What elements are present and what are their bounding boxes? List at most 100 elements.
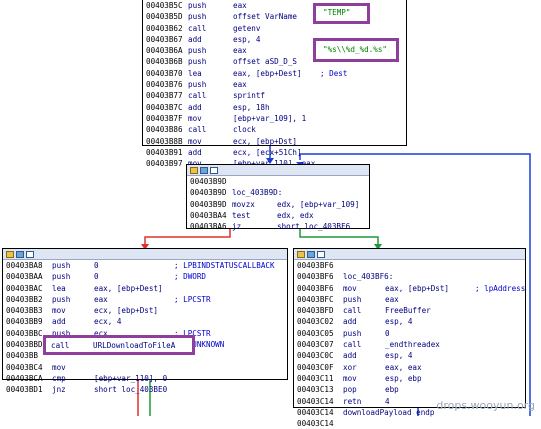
instruction-line[interactable]: 00403BD1 jnz short loc_403BE0 xyxy=(6,384,287,395)
instruction-line[interactable]: 00403C07 call _endthreadex xyxy=(297,339,525,350)
instruction-op: eax xyxy=(233,46,247,56)
instruction-line[interactable]: 00403B62 call getenv xyxy=(146,23,406,34)
instruction-line[interactable]: 00403B9D loc_403B9D: xyxy=(190,187,369,198)
instruction-addr: 00403C02 xyxy=(297,317,334,327)
highlight-format-text: "%s\\%d_%d.%s" xyxy=(323,45,388,54)
instruction-mn: call xyxy=(188,125,207,135)
instruction-addr: 00403BB3 xyxy=(6,306,43,316)
instruction-addr: 00403B7C xyxy=(146,102,183,112)
instruction-line[interactable]: 00403BB2 push eax ; LPCSTR xyxy=(6,294,287,305)
instruction-mn: call xyxy=(343,340,362,350)
instruction-line[interactable]: 00403BB9 add ecx, 4 xyxy=(6,316,287,327)
instruction-line[interactable]: 00403C11 mov esp, ebp xyxy=(297,373,525,384)
collapse-icon[interactable] xyxy=(26,250,34,258)
instruction-op: short loc_403BF6 xyxy=(277,222,351,232)
instruction-line[interactable]: 00403BA6 jz short loc_403BF6 xyxy=(190,221,369,232)
instruction-op: esp, 4 xyxy=(385,351,413,361)
instruction-line[interactable]: 00403C05 push 0 xyxy=(297,328,525,339)
right-basic-block[interactable]: 00403BF6 00403BF6 loc_403BF6: 00403BF6 mov ea… xyxy=(293,248,526,428)
instruction-mn: add xyxy=(188,102,202,112)
instruction-line[interactable]: 00403BFD call FreeBuffer xyxy=(297,305,525,316)
collapse-icon[interactable] xyxy=(210,166,218,174)
instruction-addr: 00403B6A xyxy=(146,46,183,56)
instruction-line[interactable]: 00403BA4 test edx, edx xyxy=(190,210,369,221)
color-icon[interactable] xyxy=(190,166,198,174)
instruction-op: eax, [ebp+Dest] xyxy=(94,283,163,293)
instruction-line[interactable]: 00403BF6 xyxy=(297,260,525,271)
collapse-icon[interactable] xyxy=(317,250,325,258)
rename-icon[interactable] xyxy=(200,166,208,174)
instruction-mn: add xyxy=(188,147,202,157)
instruction-addr: 00403C14 xyxy=(297,407,334,417)
instruction-mn: call xyxy=(188,23,207,33)
instruction-line[interactable]: 00403BFC push eax xyxy=(297,294,525,305)
instruction-line[interactable]: 00403C02 add esp, 4 xyxy=(297,316,525,327)
instruction-mn: lea xyxy=(52,283,66,293)
instruction-addr: 00403BB xyxy=(6,351,39,361)
instruction-line[interactable]: 00403B77 call sprintf xyxy=(146,90,406,101)
instruction-op: edx, edx xyxy=(277,210,314,220)
instruction-addr: 00403B6B xyxy=(146,57,183,67)
instruction-line[interactable]: 00403C14 xyxy=(297,418,525,429)
instruction-line[interactable]: 00403BAC lea eax, [ebp+Dest] xyxy=(6,283,287,294)
instruction-addr: 00403B77 xyxy=(146,91,183,101)
instruction-op: esp, 18h xyxy=(233,102,270,112)
instruction-mn: call xyxy=(343,306,362,316)
instruction-line[interactable]: 00403B7C add esp, 18h xyxy=(146,102,406,113)
instruction-addr: 00403BCA xyxy=(6,373,43,383)
instruction-line[interactable]: 00403BB3 mov ecx, [ebp+Dst] xyxy=(6,305,287,316)
instruction-op: offset VarName xyxy=(233,12,298,22)
instruction-op: sprintf xyxy=(233,91,266,101)
instruction-line[interactable]: 00403BF6 mov eax, [ebp+Dst] ; lpAddress xyxy=(297,283,525,294)
instruction-line[interactable]: 00403B91 add ecx, [ecx+51Ch] xyxy=(146,147,406,158)
instruction-mn: mov xyxy=(52,306,66,316)
top-basic-block[interactable]: 00403B5C push eax 00403B5D push offset VarNam… xyxy=(142,0,407,168)
instruction-line[interactable]: 00403B70 lea eax, [ebp+Dest] ; Dest xyxy=(146,68,406,79)
rename-icon[interactable] xyxy=(307,250,315,258)
instruction-line[interactable]: 00403C0F xor eax, eax xyxy=(297,362,525,373)
node-header xyxy=(3,249,287,260)
instruction-op: 4 xyxy=(385,396,390,406)
instruction-line[interactable]: 00403B8B mov ecx, [ebp+Dst] xyxy=(146,136,406,147)
instruction-line[interactable]: 00403C13 pop ebp xyxy=(297,384,525,395)
instruction-mn: add xyxy=(52,317,66,327)
highlight-urldownload-line: call URLDownloadToFileA xyxy=(51,341,176,350)
instruction-line[interactable]: 00403BC4 mov xyxy=(6,362,287,373)
instruction-cm: ; Dest xyxy=(320,68,348,78)
instruction-mn: xor xyxy=(343,362,357,372)
color-icon[interactable] xyxy=(6,250,14,258)
instruction-addr: 00403BAC xyxy=(6,283,43,293)
rename-icon[interactable] xyxy=(16,250,24,258)
instruction-mn: push xyxy=(343,328,362,338)
instruction-line[interactable]: 00403BAA push 0 ; DWORD xyxy=(6,271,287,282)
instruction-op: eax xyxy=(385,294,399,304)
instruction-op: FreeBuffer xyxy=(385,306,431,316)
instruction-line[interactable]: 00403BA8 push 0 ; LPBINDSTATUSCALLBACK xyxy=(6,260,287,271)
instruction-mn: add xyxy=(343,317,357,327)
instruction-line[interactable]: 00403C0C add esp, 4 xyxy=(297,350,525,361)
left-basic-block[interactable]: 00403BA8 push 0; LPBINDSTATUSCALLBACK 00403… xyxy=(2,248,288,394)
instruction-line[interactable]: 00403B86 call clock xyxy=(146,124,406,135)
instruction-op: 0 xyxy=(94,261,99,270)
instruction-mn: movzx xyxy=(232,199,255,209)
instruction-addr: 00403BC4 xyxy=(6,362,43,372)
instruction-line[interactable]: 00403B76 push eax xyxy=(146,79,406,90)
instruction-addr: 00403B91 xyxy=(146,147,183,157)
instruction-line[interactable]: 00403B7F mov [ebp+var_109], 1 xyxy=(146,113,406,124)
instruction-op: eax xyxy=(233,80,247,90)
instruction-op: ecx, [ebp+Dst] xyxy=(94,306,159,316)
instruction-op: eax, [ebp+Dest] xyxy=(233,68,302,78)
instruction-line[interactable]: 00403BF6 loc_403BF6: xyxy=(297,271,525,282)
instruction-addr: 00403C14 xyxy=(297,419,334,429)
color-icon[interactable] xyxy=(297,250,305,258)
instruction-op: ebp xyxy=(385,385,399,395)
instruction-addr: 00403C07 xyxy=(297,340,334,350)
instruction-op: getenv xyxy=(233,23,261,33)
instruction-line[interactable]: 00403B9D movzx edx, [ebp+var_109] xyxy=(190,199,369,210)
instruction-addr: 00403C0F xyxy=(297,362,334,372)
instruction-mn: call xyxy=(188,91,207,101)
mid-basic-block[interactable]: 00403B9D 00403B9D loc_403B9D: 00403B9D movzx… xyxy=(186,164,370,232)
instruction-mn: lea xyxy=(188,68,202,78)
instruction-line[interactable]: 00403BCA cmp [ebp+var_110], 0 xyxy=(6,373,287,384)
instruction-line[interactable]: 00403B9D xyxy=(190,176,369,187)
